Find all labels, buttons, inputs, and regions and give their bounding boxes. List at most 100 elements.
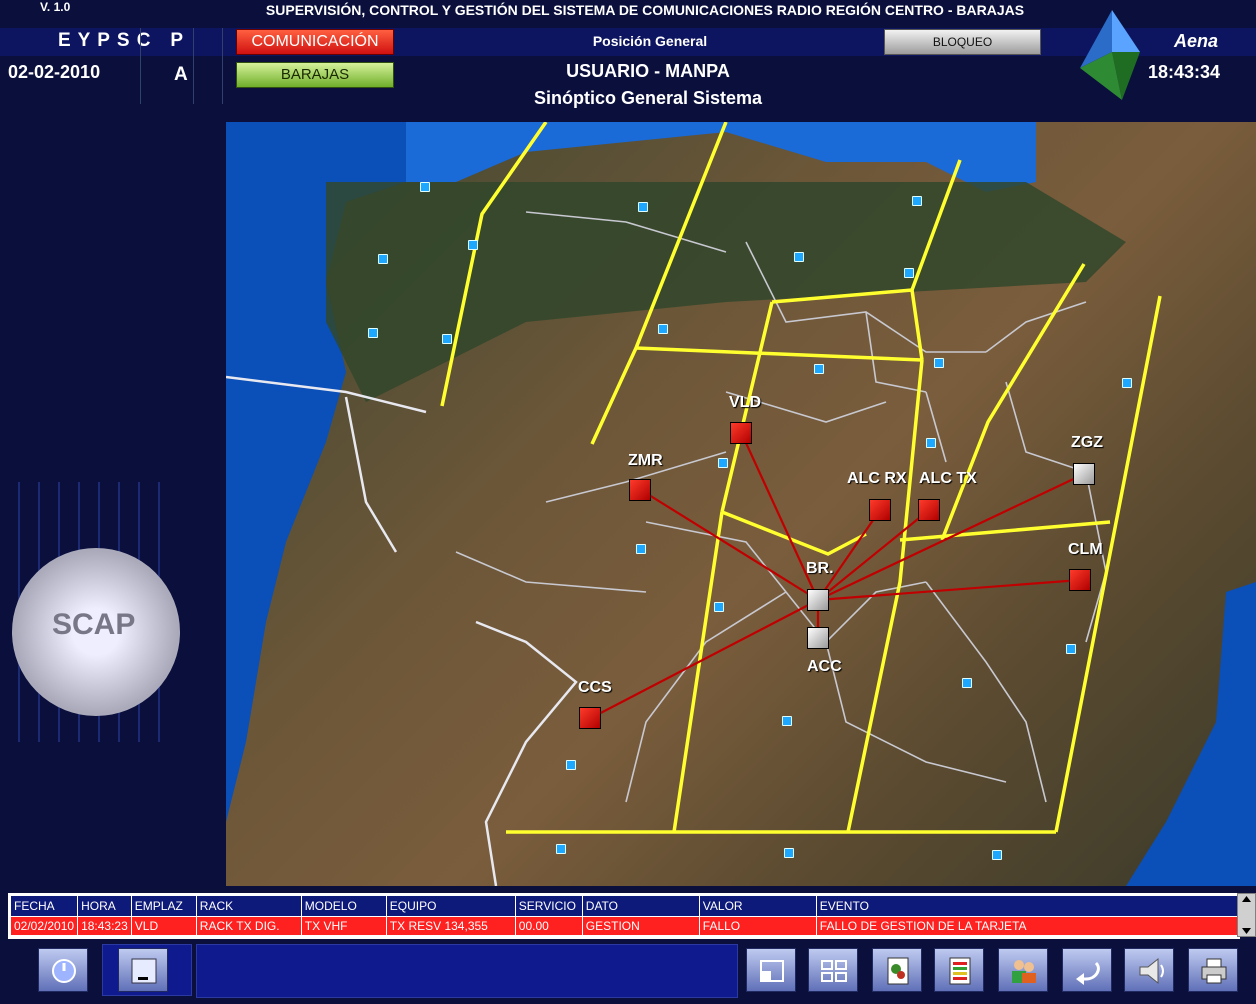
list-button[interactable] (934, 948, 984, 992)
header-bar: V. 1.0 SUPERVISIÓN, CONTROL Y GESTIÓN DE… (0, 0, 1256, 122)
town-marker (638, 202, 648, 212)
town-marker (992, 850, 1002, 860)
town-marker (556, 844, 566, 854)
town-marker (378, 254, 388, 264)
mode-letter-a[interactable]: A (174, 64, 188, 86)
col-dato[interactable]: DATO (581, 895, 700, 917)
town-marker (934, 358, 944, 368)
event-log: FECHA HORA EMPLAZ RACK MODELO EQUIPO SER… (8, 893, 1240, 939)
synoptic-map[interactable]: VLD ZMR ALC RX ALC TX ZGZ CLM BR. ACC CC… (226, 122, 1256, 886)
col-servicio[interactable]: SERVICIO (514, 895, 583, 917)
return-icon (1076, 961, 1100, 985)
node-label-acc: ACC (807, 658, 842, 675)
cell-servicio: 00.00 (514, 916, 583, 936)
event-row[interactable]: 02/02/2010 18:43:23 VLD RACK TX DIG. TX … (9, 916, 1239, 936)
col-hora[interactable]: HORA (77, 895, 132, 917)
list-icon (949, 957, 971, 985)
town-marker (1066, 644, 1076, 654)
node-label-br: BR. (806, 560, 834, 577)
cell-equipo: TX RESV 134,355 (385, 916, 516, 936)
col-rack[interactable]: RACK (195, 895, 302, 917)
date-display: 02-02-2010 (8, 62, 101, 82)
printer-button[interactable] (1188, 948, 1238, 992)
cell-fecha: 02/02/2010 (9, 916, 79, 936)
node-label-ccs: CCS (578, 679, 612, 696)
barajas-button[interactable]: BARAJAS (236, 62, 394, 88)
node-label-zgz: ZGZ (1071, 434, 1103, 451)
power-button[interactable] (38, 948, 88, 992)
header-divider (193, 28, 194, 104)
town-marker (904, 268, 914, 278)
town-marker (962, 678, 972, 688)
comunicacion-button[interactable]: COMUNICACIÓN (236, 29, 394, 55)
node-br[interactable] (807, 589, 829, 611)
header-divider (222, 28, 223, 104)
col-valor[interactable]: VALOR (698, 895, 817, 917)
node-label-alc-rx: ALC RX (847, 470, 907, 487)
town-marker (814, 364, 824, 374)
town-marker (784, 848, 794, 858)
cell-valor: FALLO (698, 916, 817, 936)
region-north (326, 182, 1126, 402)
minimize-icon (131, 958, 157, 984)
cell-dato: GESTION (581, 916, 700, 936)
node-clm[interactable] (1069, 569, 1091, 591)
event-table: FECHA HORA EMPLAZ RACK MODELO EQUIPO SER… (9, 895, 1239, 936)
node-label-alc-tx: ALC TX (919, 470, 977, 487)
position-label: Posición General (592, 33, 708, 49)
col-equipo[interactable]: EQUIPO (385, 895, 516, 917)
version-label: V. 1.0 (40, 0, 71, 14)
map-canvas (226, 122, 1256, 886)
node-acc[interactable] (807, 627, 829, 649)
users-icon (1012, 960, 1036, 983)
town-marker (368, 328, 378, 338)
cell-hora: 18:43:23 (77, 916, 132, 936)
node-alc-tx[interactable] (918, 499, 940, 521)
window-button[interactable] (746, 948, 796, 992)
map-report-button[interactable] (872, 948, 922, 992)
col-emplaz[interactable]: EMPLAZ (130, 895, 197, 917)
map-report-icon (887, 957, 909, 985)
mode-letters[interactable]: E Y P S C P (58, 30, 184, 52)
alarm-horn-button[interactable] (1124, 948, 1174, 992)
bloqueo-button[interactable]: BLOQUEO (884, 29, 1041, 55)
town-marker (912, 196, 922, 206)
screen-title: Sinóptico General Sistema (533, 88, 763, 108)
town-marker (442, 334, 452, 344)
node-label-zmr: ZMR (628, 452, 663, 469)
status-area (196, 944, 738, 998)
aena-logo-icon (1078, 8, 1142, 109)
node-label-vld: VLD (729, 394, 761, 411)
town-marker (926, 438, 936, 448)
window-icon (760, 960, 784, 982)
col-fecha[interactable]: FECHA (9, 895, 79, 917)
col-modelo[interactable]: MODELO (300, 895, 387, 917)
scroll-arrows-icon (1242, 896, 1251, 934)
alarm-horn-icon (1139, 957, 1164, 985)
node-zgz[interactable] (1073, 463, 1095, 485)
town-marker (468, 240, 478, 250)
cell-modelo: TX VHF (300, 916, 387, 936)
town-marker (566, 760, 576, 770)
grid-button[interactable] (808, 948, 858, 992)
cell-rack: RACK TX DIG. (195, 916, 302, 936)
brand-label: Aena (1174, 31, 1219, 51)
cell-evento: FALLO DE GESTION DE LA TARJETA (815, 916, 1239, 936)
town-marker (782, 716, 792, 726)
town-marker (714, 602, 724, 612)
col-evento[interactable]: EVENTO (815, 895, 1239, 917)
users-button[interactable] (998, 948, 1048, 992)
event-header-row: FECHA HORA EMPLAZ RACK MODELO EQUIPO SER… (9, 895, 1239, 917)
printer-icon (1201, 958, 1227, 984)
event-scrollbar[interactable] (1237, 893, 1256, 937)
node-label-clm: CLM (1068, 541, 1103, 558)
town-marker (636, 544, 646, 554)
node-vld[interactable] (730, 422, 752, 444)
user-label: USUARIO - MANPA (566, 61, 730, 81)
node-ccs[interactable] (579, 707, 601, 729)
town-marker (1122, 378, 1132, 388)
return-button[interactable] (1062, 948, 1112, 992)
node-zmr[interactable] (629, 479, 651, 501)
minimize-button[interactable] (118, 948, 168, 992)
node-alc-rx[interactable] (869, 499, 891, 521)
